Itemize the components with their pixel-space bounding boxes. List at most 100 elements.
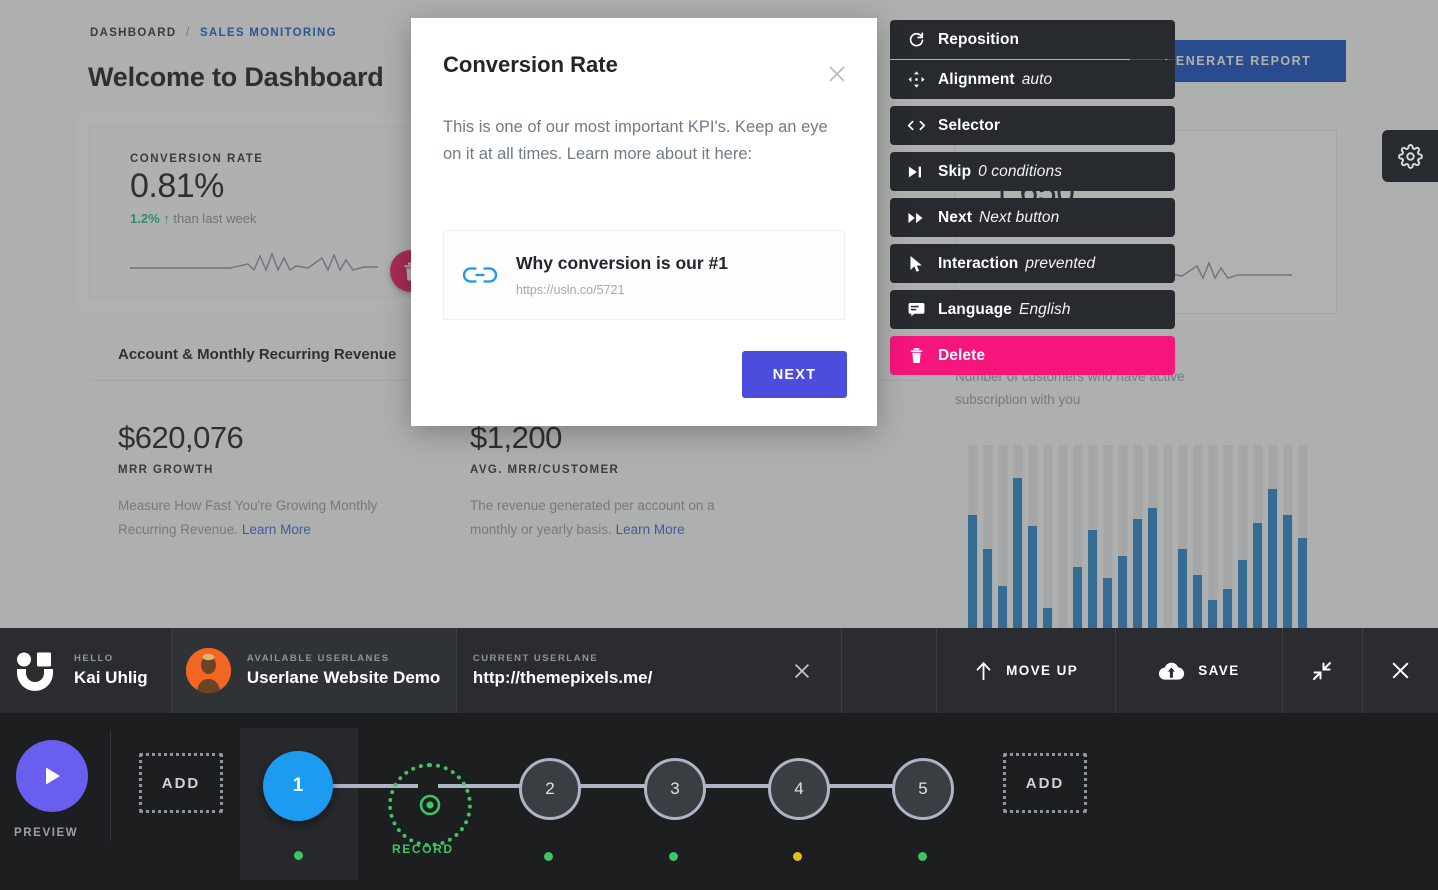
step-status-dot	[544, 852, 553, 861]
step-number: 5	[918, 779, 927, 799]
context-menu-group: Skip 0 conditions	[890, 152, 1175, 191]
context-menu-item-label: Interaction	[938, 255, 1018, 273]
context-menu-item-value: 0 conditions	[978, 163, 1062, 181]
move-up-button[interactable]: MOVE UP	[937, 628, 1116, 713]
play-icon	[41, 764, 63, 788]
context-menu-item-interaction[interactable]: Interaction prevented	[890, 244, 1175, 283]
context-menu-item-alignment[interactable]: Alignment auto	[890, 60, 1175, 99]
next-button-label: NEXT	[773, 367, 816, 383]
save-label: SAVE	[1198, 663, 1239, 678]
context-menu-item-language[interactable]: Language English	[890, 290, 1175, 329]
code-selector-icon	[904, 118, 928, 133]
modal-resource-link[interactable]: Why conversion is our #1 https://usln.co…	[443, 230, 845, 320]
context-menu-group: Selector	[890, 106, 1175, 145]
current-userlane-url: http://themepixels.me/	[473, 668, 652, 688]
element-context-menu: Reposition Alignment auto Selector Skip 0 con…	[890, 20, 1175, 382]
modal-close-button[interactable]	[825, 62, 849, 86]
context-menu-item-value: English	[1019, 301, 1071, 319]
trash-icon	[904, 348, 928, 364]
context-menu-group: Reposition Alignment auto	[890, 20, 1175, 99]
step-number: 3	[670, 779, 679, 799]
close-icon	[791, 660, 813, 682]
preview-label: PREVIEW	[14, 827, 78, 839]
context-menu-item-label: Language	[938, 301, 1012, 319]
current-user[interactable]: HELLO Kai Uhlig	[0, 628, 172, 713]
resource-link-url: https://usln.co/5721	[516, 283, 844, 297]
close-icon	[825, 62, 849, 86]
toolbar-spacer	[842, 628, 937, 713]
avatar	[186, 648, 231, 693]
move-up-label: MOVE UP	[1006, 663, 1078, 678]
gear-icon	[1398, 144, 1423, 169]
add-step-right-button[interactable]: ADD	[1003, 753, 1087, 813]
add-right-label: ADD	[1026, 775, 1065, 792]
language-icon	[904, 302, 928, 317]
modal-title: Conversion Rate	[443, 52, 618, 78]
context-menu-item-label: Alignment	[938, 71, 1015, 89]
available-userlanes-selector[interactable]: AVAILABLE USERLANES Userlane Website Dem…	[172, 628, 457, 713]
context-menu-item-reposition[interactable]: Reposition	[890, 20, 1175, 59]
step-node-5[interactable]: 5	[892, 758, 954, 820]
close-editor-button[interactable]	[1363, 628, 1438, 713]
context-menu-item-label: Reposition	[938, 31, 1019, 49]
step-number: 4	[794, 779, 803, 799]
userlane-editor-bar: HELLO Kai Uhlig AVAILABLE USERLANES User…	[0, 628, 1438, 890]
context-menu-item-value: Next button	[979, 209, 1059, 227]
context-menu-item-label: Delete	[938, 347, 985, 365]
preview-button[interactable]	[16, 740, 88, 812]
resource-link-title: Why conversion is our #1	[516, 253, 844, 274]
available-userlanes-kicker: AVAILABLE USERLANES	[247, 653, 440, 664]
settings-button[interactable]	[1382, 130, 1438, 182]
link-icon	[462, 264, 498, 286]
step-status-dot	[294, 851, 303, 860]
add-left-label: ADD	[162, 775, 201, 792]
context-menu-item-selector[interactable]: Selector	[890, 106, 1175, 145]
available-userlanes-name: Userlane Website Demo	[247, 668, 440, 688]
collapse-icon	[1310, 659, 1334, 683]
step-status-dot	[918, 852, 927, 861]
context-menu-item-skip[interactable]: Skip 0 conditions	[890, 152, 1175, 191]
context-menu-item-label: Next	[938, 209, 972, 227]
record-label: RECORD	[392, 842, 454, 856]
context-menu-item-label: Selector	[938, 117, 1000, 135]
collapse-button[interactable]	[1283, 628, 1363, 713]
save-button[interactable]: SAVE	[1116, 628, 1282, 713]
context-menu-item-label: Skip	[938, 163, 971, 181]
step-node-1[interactable]: 1	[263, 751, 333, 821]
next-icon	[904, 211, 928, 225]
step-status-dot	[793, 852, 802, 861]
context-menu-item-next[interactable]: Next Next button	[890, 198, 1175, 237]
hello-kicker: HELLO	[74, 653, 148, 664]
cloud-upload-icon	[1158, 660, 1185, 682]
reposition-icon	[904, 31, 928, 48]
close-userlane-button[interactable]	[763, 628, 842, 713]
context-menu-group: Interaction prevented	[890, 244, 1175, 283]
context-menu-group: Delete	[890, 336, 1175, 375]
context-menu-item-value: auto	[1022, 71, 1053, 89]
step-node-4[interactable]: 4	[768, 758, 830, 820]
step-number: 1	[293, 775, 304, 797]
userlane-step-modal: Conversion Rate This is one of our most …	[411, 18, 877, 426]
current-userlane-kicker: CURRENT USERLANE	[473, 653, 652, 664]
context-menu-group: Language English	[890, 290, 1175, 329]
modal-body-text: This is one of our most important KPI's.…	[443, 114, 843, 168]
context-menu-group: Next Next button	[890, 198, 1175, 237]
close-icon	[1388, 658, 1413, 683]
record-icon	[419, 794, 441, 816]
cursor-icon	[904, 255, 928, 273]
context-menu-item-value: prevented	[1025, 255, 1095, 273]
modal-next-button[interactable]: NEXT	[742, 351, 847, 398]
step-number: 2	[545, 779, 554, 799]
alignment-icon	[904, 71, 928, 88]
record-button[interactable]	[388, 763, 472, 847]
link-icon-wrap	[444, 264, 516, 286]
add-step-left-button[interactable]: ADD	[139, 753, 223, 813]
editor-toolbar: HELLO Kai Uhlig AVAILABLE USERLANES User…	[0, 628, 1438, 713]
skip-icon	[904, 165, 928, 179]
current-userlane: CURRENT USERLANE http://themepixels.me/	[457, 628, 763, 713]
step-node-2[interactable]: 2	[519, 758, 581, 820]
context-menu-item-delete[interactable]: Delete	[890, 336, 1175, 375]
step-timeline: PREVIEW ADD ADD 1 2 3 4 5	[0, 713, 1438, 890]
step-node-3[interactable]: 3	[644, 758, 706, 820]
user-name: Kai Uhlig	[74, 668, 148, 688]
